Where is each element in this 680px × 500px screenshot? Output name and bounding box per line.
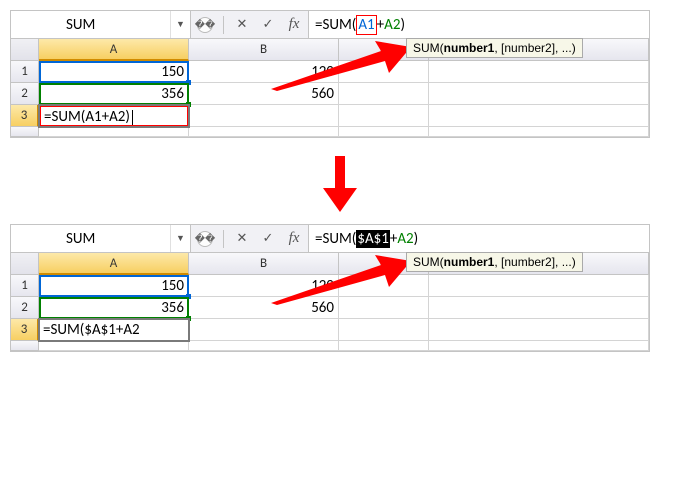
formula-bar: SUM ▼ �� ✕ ✓ fx =SUM($A$1+A2): [11, 225, 649, 253]
cell-blank[interactable]: [339, 127, 429, 137]
formula-bar-buttons: �� ✕ ✓ fx: [191, 11, 308, 38]
fx-button[interactable]: fx: [286, 230, 302, 247]
name-box-dropdown[interactable]: ▼: [170, 11, 190, 38]
cell-a3-editing[interactable]: =SUM($A$1+A2: [39, 319, 189, 341]
enter-button[interactable]: ✓: [260, 17, 276, 32]
excel-panel-before: SUM ▼ �� ✕ ✓ fx =SUM(A1+A2) SUM(number1,…: [10, 10, 650, 138]
cell-rest[interactable]: [429, 319, 649, 341]
cell-blank[interactable]: [39, 127, 189, 137]
divider: [223, 16, 224, 34]
tooltip-fn: SUM(: [413, 255, 444, 269]
cell-c2[interactable]: [339, 297, 429, 319]
formula-text-suffix: ): [414, 230, 419, 248]
cancel-button[interactable]: ✕: [234, 231, 250, 246]
cell-blank[interactable]: [429, 127, 649, 137]
cancel-button[interactable]: ✕: [234, 17, 250, 32]
formula-ref-a2: A2: [397, 230, 413, 248]
transition-arrow: [10, 142, 670, 224]
cell-rest[interactable]: [429, 105, 649, 127]
formula-text-plus: +: [390, 230, 397, 248]
row-header-blank[interactable]: [11, 127, 39, 137]
cell-rest[interactable]: [429, 61, 649, 83]
name-box-dropdown[interactable]: ▼: [170, 225, 190, 252]
insert-function-round-icon[interactable]: ��: [197, 17, 213, 33]
cell-blank[interactable]: [189, 341, 339, 351]
enter-button[interactable]: ✓: [260, 231, 276, 246]
cell-b3[interactable]: [189, 319, 339, 341]
formula-bar: SUM ▼ �� ✕ ✓ fx =SUM(A1+A2): [11, 11, 649, 39]
insert-function-round-icon[interactable]: ��: [197, 231, 213, 247]
tooltip-arg1: number1: [444, 255, 495, 269]
cell-a1[interactable]: 150: [39, 61, 189, 83]
col-header-b[interactable]: B: [189, 39, 339, 61]
formula-text-prefix: =SUM(: [315, 16, 356, 34]
cell-a2[interactable]: 356: [39, 297, 189, 319]
row-header-2[interactable]: 2: [11, 297, 39, 319]
formula-ref-abs-a1: $A$1: [356, 230, 390, 248]
cell-b1[interactable]: 120: [189, 61, 339, 83]
formula-text-suffix: ): [400, 16, 405, 34]
tooltip-rest: , [number2], ...): [494, 255, 575, 269]
function-tooltip: SUM(number1, [number2], ...): [406, 38, 583, 58]
name-box-container: SUM ▼: [11, 11, 191, 38]
formula-input[interactable]: =SUM(A1+A2): [308, 11, 649, 38]
select-all-corner[interactable]: [11, 39, 39, 61]
col-header-a[interactable]: A: [39, 39, 189, 61]
formula-text-prefix: =SUM(: [315, 230, 356, 248]
cell-c2[interactable]: [339, 83, 429, 105]
name-box[interactable]: SUM: [11, 225, 170, 252]
divider: [223, 230, 224, 248]
formula-text-plus: +: [377, 16, 384, 34]
formula-ref-a1: A1: [356, 15, 376, 35]
col-header-b[interactable]: B: [189, 253, 339, 275]
name-box-container: SUM ▼: [11, 225, 191, 252]
cell-c3[interactable]: [339, 319, 429, 341]
cell-blank[interactable]: [429, 341, 649, 351]
cell-blank[interactable]: [339, 341, 429, 351]
cell-b2[interactable]: 560: [189, 297, 339, 319]
function-tooltip: SUM(number1, [number2], ...): [406, 252, 583, 272]
cell-b3[interactable]: [189, 105, 339, 127]
formula-bar-buttons: �� ✕ ✓ fx: [191, 225, 308, 252]
cell-c1[interactable]: [339, 61, 429, 83]
cell-c3[interactable]: [339, 105, 429, 127]
cell-blank[interactable]: [39, 341, 189, 351]
cell-rest[interactable]: [429, 83, 649, 105]
cell-a1[interactable]: 150: [39, 275, 189, 297]
select-all-corner[interactable]: [11, 253, 39, 275]
cell-b2[interactable]: 560: [189, 83, 339, 105]
fx-button[interactable]: fx: [286, 16, 302, 33]
row-header-3[interactable]: 3: [11, 319, 39, 341]
down-arrow-icon: [323, 156, 357, 212]
formula-input[interactable]: =SUM($A$1+A2): [308, 225, 649, 252]
row-header-2[interactable]: 2: [11, 83, 39, 105]
row-header-3[interactable]: 3: [11, 105, 39, 127]
tooltip-rest: , [number2], ...): [494, 41, 575, 55]
row-header-1[interactable]: 1: [11, 275, 39, 297]
row-header-blank[interactable]: [11, 341, 39, 351]
tooltip-arg1: number1: [444, 41, 495, 55]
name-box[interactable]: SUM: [11, 11, 170, 38]
formula-ref-a2: A2: [384, 16, 400, 34]
col-header-a[interactable]: A: [39, 253, 189, 275]
cell-b1[interactable]: 120: [189, 275, 339, 297]
cell-blank[interactable]: [189, 127, 339, 137]
cell-rest[interactable]: [429, 297, 649, 319]
cell-rest[interactable]: [429, 275, 649, 297]
row-header-1[interactable]: 1: [11, 61, 39, 83]
excel-panel-after: SUM ▼ �� ✕ ✓ fx =SUM($A$1+A2) SUM(number…: [10, 224, 650, 352]
cell-c1[interactable]: [339, 275, 429, 297]
tooltip-fn: SUM(: [413, 41, 444, 55]
cell-a2[interactable]: 356: [39, 83, 189, 105]
cell-a3-editing[interactable]: =SUM(A1+A2): [39, 105, 189, 127]
